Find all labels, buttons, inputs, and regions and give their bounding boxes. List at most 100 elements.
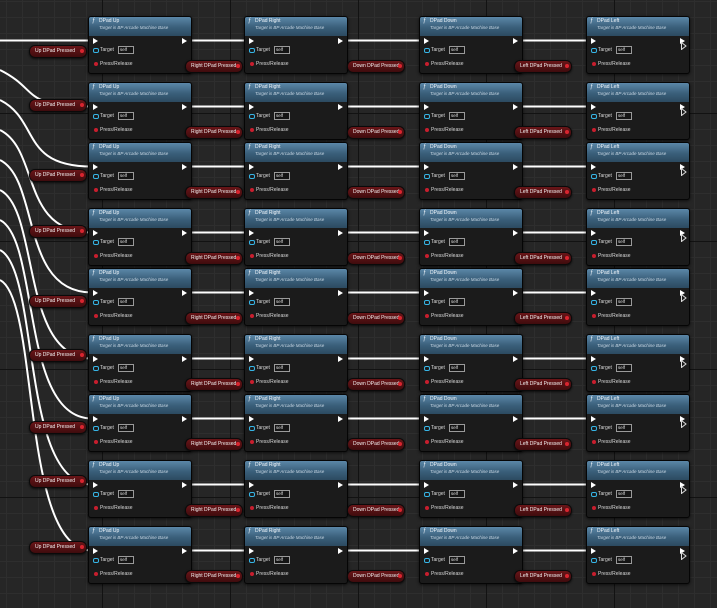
- target-pin[interactable]: [93, 174, 99, 179]
- function-node-dpad-right[interactable]: ƒ DPad Right Target is BP Arcade Machine B…: [244, 142, 348, 200]
- target-self-field[interactable]: self: [616, 238, 632, 246]
- node-header[interactable]: ƒ DPad Down Target is BP Arcade Machine Ba…: [420, 335, 522, 354]
- variable-dpad-down-pressed[interactable]: Down DPad Pressed: [347, 186, 405, 199]
- variable-dpad-right-pressed[interactable]: Right DPad Pressed: [185, 378, 243, 391]
- exec-output-pin[interactable]: [513, 164, 518, 170]
- function-node-dpad-left[interactable]: ƒ DPad Left Target is BP Arcade Machine Ba…: [586, 268, 690, 326]
- press-release-pin[interactable]: [425, 314, 429, 318]
- exec-input-pin[interactable]: [249, 356, 254, 362]
- exec-output-pin[interactable]: [338, 164, 343, 170]
- press-release-pin[interactable]: [94, 188, 98, 192]
- variable-output-pin[interactable]: [398, 64, 402, 68]
- press-release-pin[interactable]: [425, 128, 429, 132]
- variable-dpad-down-pressed[interactable]: Down DPad Pressed: [347, 126, 405, 139]
- variable-dpad-down-pressed[interactable]: Down DPad Pressed: [347, 378, 405, 391]
- target-self-field[interactable]: self: [449, 556, 465, 564]
- target-self-field[interactable]: self: [616, 112, 632, 120]
- variable-dpad-left-pressed[interactable]: Left DPad Pressed: [514, 504, 572, 517]
- variable-output-pin[interactable]: [398, 574, 402, 578]
- target-pin[interactable]: [424, 300, 430, 305]
- exec-input-pin[interactable]: [249, 482, 254, 488]
- exec-output-end-pin[interactable]: [681, 481, 687, 495]
- node-header[interactable]: ƒ DPad Up Target is BP Arcade Machine Base: [89, 143, 191, 162]
- exec-input-pin[interactable]: [591, 290, 596, 296]
- press-release-pin[interactable]: [94, 380, 98, 384]
- press-release-pin[interactable]: [94, 62, 98, 66]
- exec-input-pin[interactable]: [249, 164, 254, 170]
- press-release-pin[interactable]: [250, 188, 254, 192]
- target-self-field[interactable]: self: [274, 46, 290, 54]
- target-self-field[interactable]: self: [616, 424, 632, 432]
- variable-dpad-left-pressed[interactable]: Left DPad Pressed: [514, 126, 572, 139]
- press-release-pin[interactable]: [250, 62, 254, 66]
- variable-output-pin[interactable]: [565, 256, 569, 260]
- press-release-pin[interactable]: [592, 506, 596, 510]
- target-pin[interactable]: [591, 174, 597, 179]
- exec-output-end-pin[interactable]: [681, 163, 687, 177]
- press-release-pin[interactable]: [425, 440, 429, 444]
- variable-output-pin[interactable]: [565, 316, 569, 320]
- variable-output-pin[interactable]: [565, 130, 569, 134]
- target-pin[interactable]: [591, 48, 597, 53]
- target-pin[interactable]: [424, 174, 430, 179]
- exec-wire[interactable]: [0, 249, 93, 486]
- variable-dpad-left-pressed[interactable]: Left DPad Pressed: [514, 378, 572, 391]
- node-header[interactable]: ƒ DPad Right Target is BP Arcade Machine B…: [245, 461, 347, 480]
- press-release-pin[interactable]: [94, 128, 98, 132]
- function-node-dpad-up[interactable]: ƒ DPad Up Target is BP Arcade Machine Base…: [88, 82, 192, 140]
- press-release-pin[interactable]: [94, 506, 98, 510]
- function-node-dpad-right[interactable]: ƒ DPad Right Target is BP Arcade Machine B…: [244, 82, 348, 140]
- variable-dpad-down-pressed[interactable]: Down DPad Pressed: [347, 504, 405, 517]
- target-self-field[interactable]: self: [449, 172, 465, 180]
- target-self-field[interactable]: self: [449, 112, 465, 120]
- variable-dpad-up-pressed[interactable]: Up DPad Pressed: [29, 349, 87, 362]
- press-release-pin[interactable]: [425, 380, 429, 384]
- target-self-field[interactable]: self: [449, 364, 465, 372]
- function-node-dpad-left[interactable]: ƒ DPad Left Target is BP Arcade Machine Ba…: [586, 16, 690, 74]
- variable-dpad-down-pressed[interactable]: Down DPad Pressed: [347, 60, 405, 73]
- exec-output-pin[interactable]: [338, 38, 343, 44]
- variable-output-pin[interactable]: [398, 190, 402, 194]
- variable-output-pin[interactable]: [398, 316, 402, 320]
- node-header[interactable]: ƒ DPad Down Target is BP Arcade Machine Ba…: [420, 269, 522, 288]
- variable-dpad-right-pressed[interactable]: Right DPad Pressed: [185, 60, 243, 73]
- function-node-dpad-right[interactable]: ƒ DPad Right Target is BP Arcade Machine B…: [244, 208, 348, 266]
- target-pin[interactable]: [591, 366, 597, 371]
- press-release-pin[interactable]: [425, 62, 429, 66]
- exec-output-end-pin[interactable]: [681, 547, 687, 561]
- target-self-field[interactable]: self: [449, 238, 465, 246]
- press-release-pin[interactable]: [250, 254, 254, 258]
- variable-dpad-right-pressed[interactable]: Right DPad Pressed: [185, 504, 243, 517]
- function-node-dpad-down[interactable]: ƒ DPad Down Target is BP Arcade Machine Ba…: [419, 460, 523, 518]
- variable-dpad-left-pressed[interactable]: Left DPad Pressed: [514, 60, 572, 73]
- variable-dpad-down-pressed[interactable]: Down DPad Pressed: [347, 312, 405, 325]
- press-release-pin[interactable]: [592, 62, 596, 66]
- target-pin[interactable]: [424, 558, 430, 563]
- function-node-dpad-up[interactable]: ƒ DPad Up Target is BP Arcade Machine Base…: [88, 394, 192, 452]
- exec-input-pin[interactable]: [591, 164, 596, 170]
- exec-input-pin[interactable]: [591, 548, 596, 554]
- node-header[interactable]: ƒ DPad Right Target is BP Arcade Machine B…: [245, 269, 347, 288]
- exec-input-pin[interactable]: [249, 548, 254, 554]
- function-node-dpad-up[interactable]: ƒ DPad Up Target is BP Arcade Machine Base…: [88, 142, 192, 200]
- target-pin[interactable]: [93, 558, 99, 563]
- target-self-field[interactable]: self: [616, 364, 632, 372]
- target-pin[interactable]: [249, 558, 255, 563]
- variable-dpad-right-pressed[interactable]: Right DPad Pressed: [185, 186, 243, 199]
- node-header[interactable]: ƒ DPad Left Target is BP Arcade Machine Ba…: [587, 209, 689, 228]
- press-release-pin[interactable]: [592, 128, 596, 132]
- exec-output-pin[interactable]: [182, 482, 187, 488]
- target-pin[interactable]: [591, 114, 597, 119]
- target-pin[interactable]: [591, 240, 597, 245]
- variable-output-pin[interactable]: [236, 382, 240, 386]
- function-node-dpad-left[interactable]: ƒ DPad Left Target is BP Arcade Machine Ba…: [586, 460, 690, 518]
- variable-output-pin[interactable]: [80, 49, 84, 53]
- target-self-field[interactable]: self: [118, 46, 134, 54]
- press-release-pin[interactable]: [425, 188, 429, 192]
- target-pin[interactable]: [249, 426, 255, 431]
- function-node-dpad-left[interactable]: ƒ DPad Left Target is BP Arcade Machine Ba…: [586, 334, 690, 392]
- exec-input-pin[interactable]: [249, 290, 254, 296]
- function-node-dpad-up[interactable]: ƒ DPad Up Target is BP Arcade Machine Base…: [88, 16, 192, 74]
- node-header[interactable]: ƒ DPad Right Target is BP Arcade Machine B…: [245, 83, 347, 102]
- variable-output-pin[interactable]: [398, 382, 402, 386]
